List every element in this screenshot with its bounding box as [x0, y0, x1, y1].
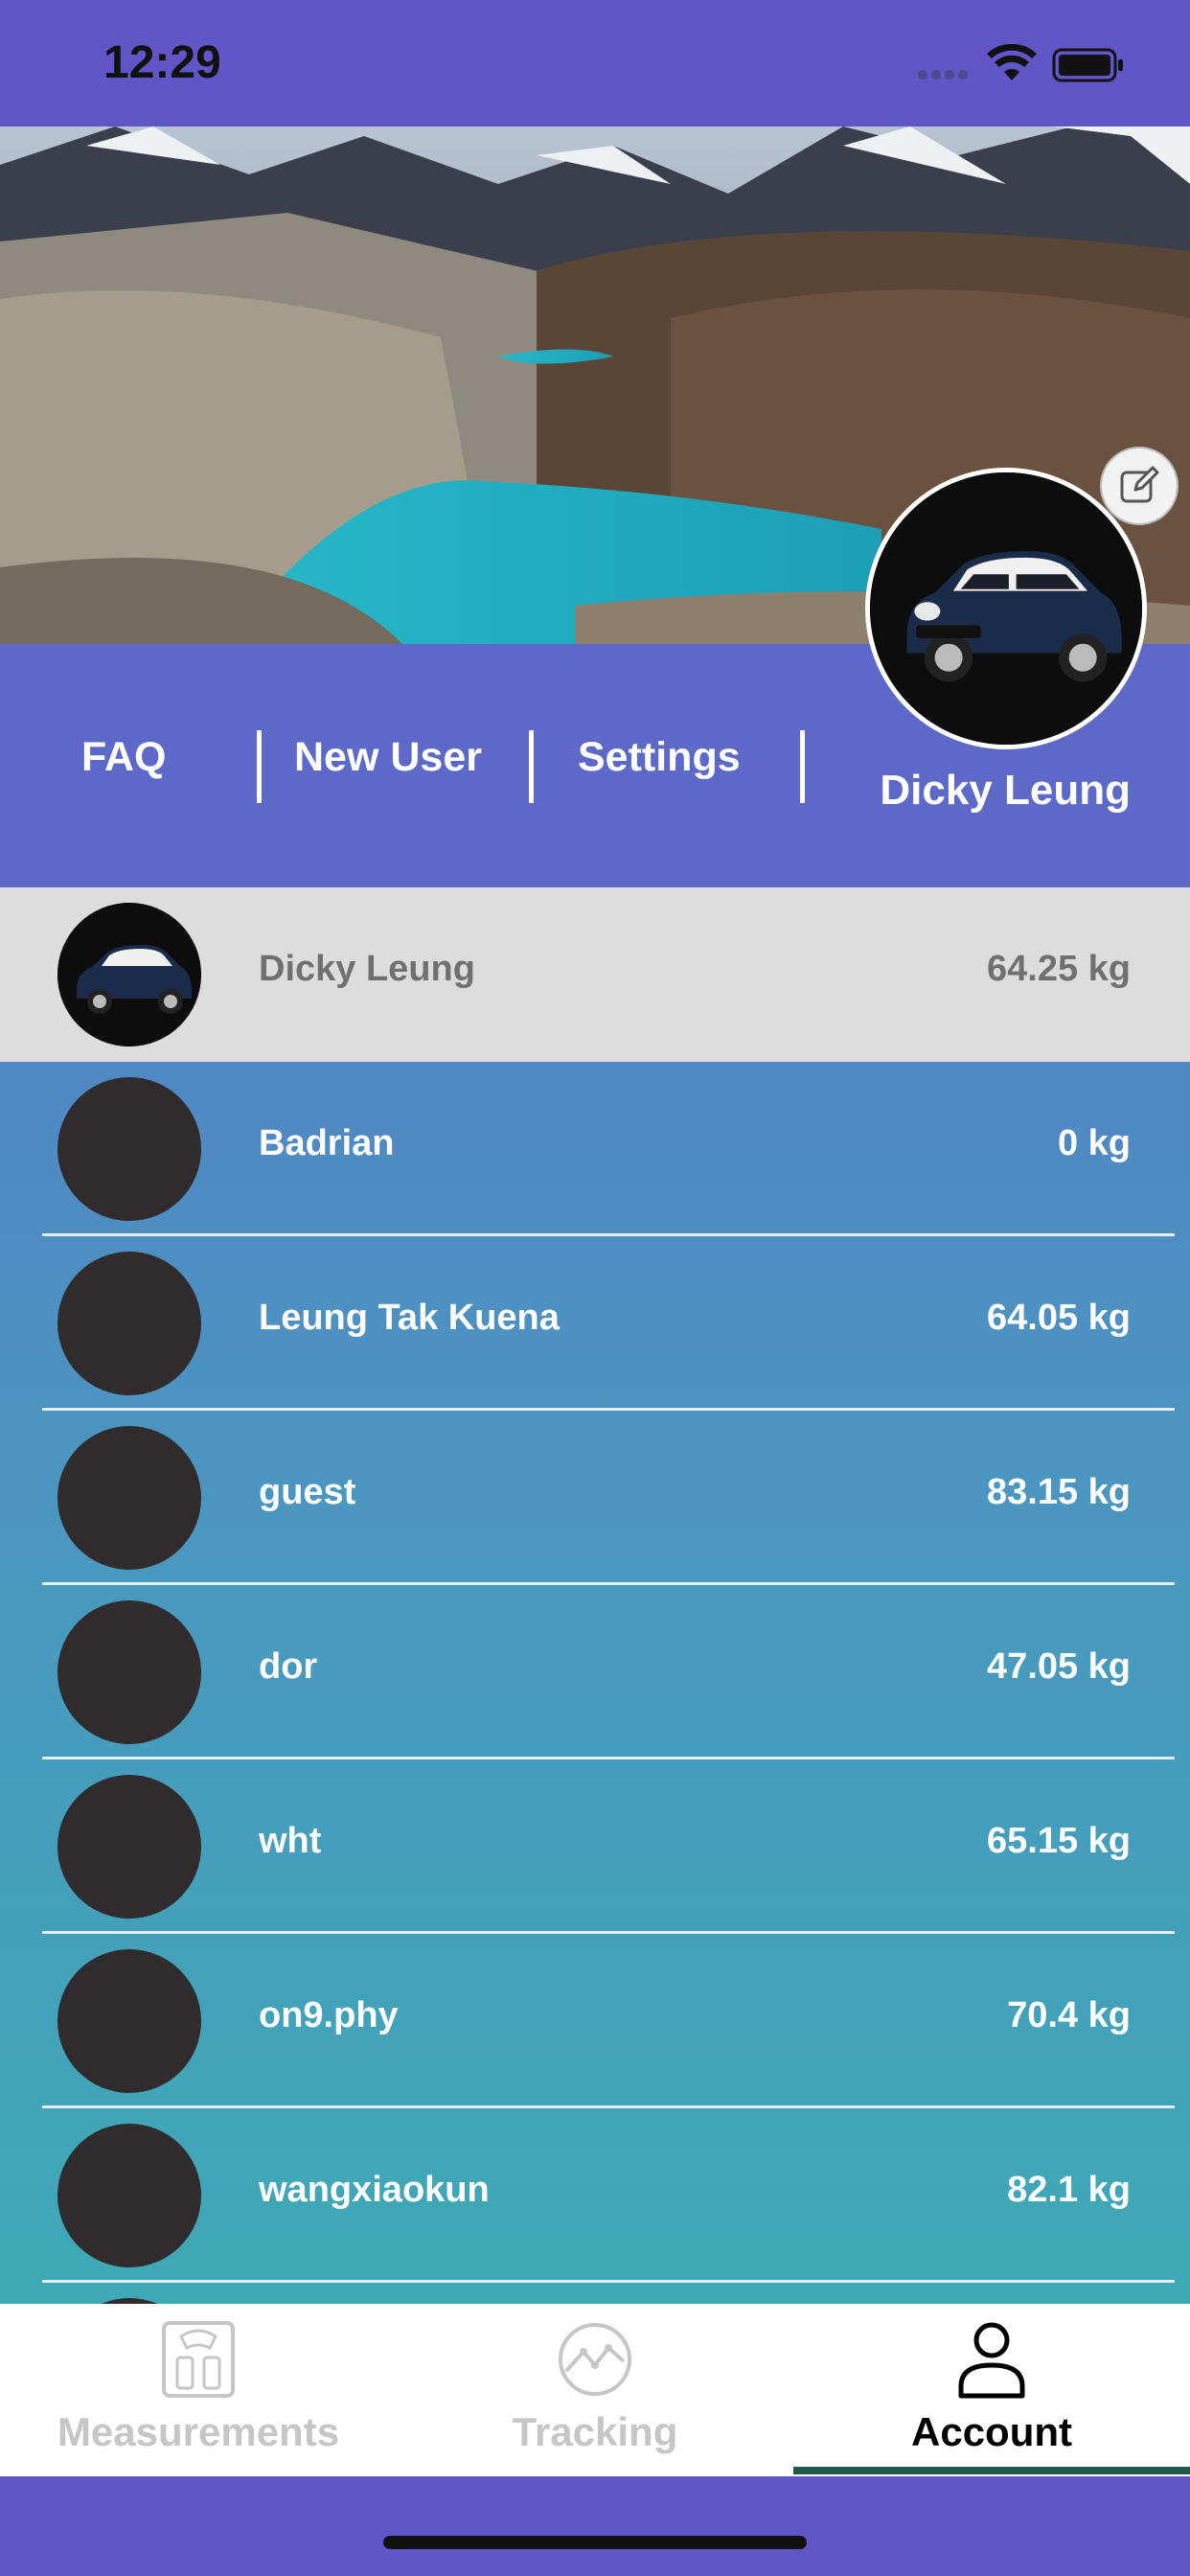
user-weight: 64.25 kg: [987, 949, 1131, 989]
status-bar: 12:29: [0, 0, 1190, 126]
user-avatar: [57, 1252, 201, 1395]
battery-icon: [1052, 48, 1123, 82]
tab-bar: Measurements Tracking Account: [0, 2304, 1190, 2476]
user-weight: 47.05 kg: [987, 1646, 1131, 1687]
user-avatar: [57, 2124, 201, 2267]
status-time: 12:29: [103, 37, 221, 88]
user-weight: 0 kg: [1057, 1123, 1131, 1163]
car-photo: [870, 472, 1142, 745]
car-photo: [57, 903, 201, 1046]
user-avatar: [57, 1077, 201, 1221]
profile-avatar[interactable]: [865, 468, 1147, 749]
scale-icon: [162, 2321, 235, 2398]
user-name: dor: [259, 1646, 318, 1687]
cellular-signal-icon: [918, 67, 972, 84]
user-row[interactable]: wht 65.15 kg: [0, 1760, 1190, 1934]
user-row[interactable]: Leung Tak Kuena 64.05 kg: [0, 1236, 1190, 1411]
user-row[interactable]: guest 83.15 kg: [0, 1411, 1190, 1585]
user-row[interactable]: wangxiaokun 82.1 kg: [0, 2108, 1190, 2283]
user-avatar: [57, 1426, 201, 1570]
user-avatar: [57, 903, 201, 1046]
active-tab-indicator: [793, 2467, 1190, 2474]
user-name: on9.phy: [259, 1995, 399, 2036]
wifi-icon: [987, 44, 1037, 80]
tab-account[interactable]: Account: [793, 2304, 1190, 2476]
user-avatar: [57, 1775, 201, 1919]
user-name: guest: [259, 1472, 356, 1512]
user-avatar: [57, 1949, 201, 2093]
person-icon: [958, 2322, 1025, 2399]
tab-label: Account: [911, 2409, 1072, 2454]
user-name: Leung Tak Kuena: [259, 1298, 560, 1338]
user-weight: 65.15 kg: [987, 1821, 1131, 1861]
chart-line-icon: [559, 2323, 631, 2396]
user-name: Dicky Leung: [259, 949, 475, 989]
tab-label: Tracking: [512, 2409, 678, 2454]
user-weight: 82.1 kg: [1007, 2170, 1131, 2210]
user-row[interactable]: on9.phy 70.4 kg: [0, 1934, 1190, 2108]
profile-name: Dicky Leung: [880, 767, 1131, 814]
home-indicator[interactable]: [383, 2536, 807, 2549]
home-indicator-area: [0, 2476, 1190, 2576]
user-avatar: [57, 1600, 201, 1744]
user-row-selected[interactable]: Dicky Leung 64.25 kg: [0, 887, 1190, 1062]
tab-measurements[interactable]: Measurements: [0, 2304, 397, 2476]
user-name: Badrian: [259, 1123, 395, 1163]
tab-tracking[interactable]: Tracking: [397, 2304, 793, 2476]
user-name: wht: [259, 1821, 322, 1861]
user-weight: 64.05 kg: [987, 1298, 1131, 1338]
user-list[interactable]: Dicky Leung 64.25 kg Badrian 0 kg Leung …: [0, 887, 1190, 2304]
tab-label: Measurements: [57, 2409, 340, 2454]
user-row-partial[interactable]: [0, 2283, 1190, 2304]
user-weight: 83.15 kg: [987, 1472, 1131, 1512]
edit-icon: [1120, 466, 1159, 503]
user-name: wangxiaokun: [259, 2170, 490, 2210]
user-weight: 70.4 kg: [1007, 1995, 1131, 2036]
user-row[interactable]: Badrian 0 kg: [0, 1062, 1190, 1236]
edit-profile-button[interactable]: [1100, 447, 1179, 525]
user-row[interactable]: dor 47.05 kg: [0, 1585, 1190, 1760]
